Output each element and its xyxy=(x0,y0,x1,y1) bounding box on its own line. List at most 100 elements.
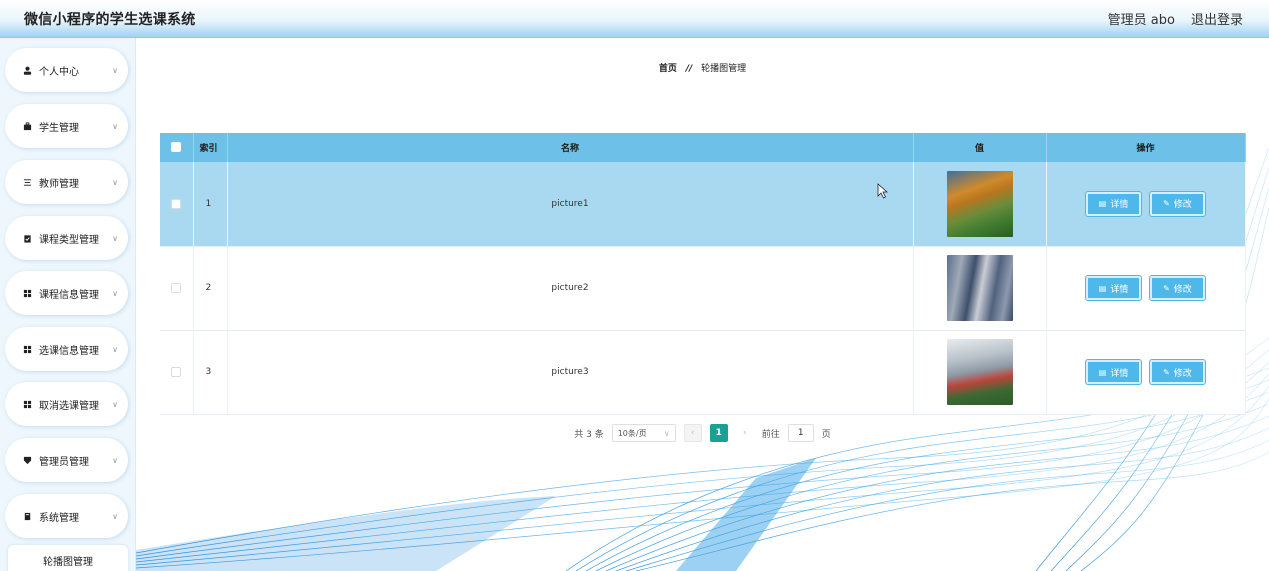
breadcrumb-home[interactable]: 首页 xyxy=(659,64,677,74)
edit-button[interactable]: ✎ 修改 xyxy=(1148,190,1206,217)
sidebar-item-label: 取消选课管理 xyxy=(39,400,99,412)
chevron-down-icon: ∨ xyxy=(112,511,118,521)
chevron-down-icon: ∨ xyxy=(663,428,670,438)
select-all-cell[interactable] xyxy=(160,133,194,162)
edit-label: 修改 xyxy=(1173,284,1192,295)
breadcrumb-separator: // xyxy=(685,64,693,74)
book-icon xyxy=(21,512,33,521)
sidebar-item-course-type-management[interactable]: 课程类型管理 ∨ xyxy=(5,216,128,260)
detail-label: 详情 xyxy=(1110,368,1129,379)
select-all-checkbox[interactable] xyxy=(171,142,182,153)
edit-button[interactable]: ✎ 修改 xyxy=(1148,275,1206,301)
user-area: 管理员 abo 退出登录 xyxy=(1108,9,1243,28)
document-icon: ▤ xyxy=(1098,199,1107,209)
logout-link[interactable]: 退出登录 xyxy=(1191,9,1243,28)
sidebar-item-label: 个人中心 xyxy=(39,66,79,78)
page-size-value: 10条/页 xyxy=(617,428,647,438)
goto-page-input[interactable]: 1 xyxy=(787,424,814,442)
row-actions: ▤ 详情 ✎ 修改 xyxy=(1046,246,1246,330)
row-index: 3 xyxy=(193,330,228,414)
goto-label: 前往 xyxy=(761,429,780,440)
sidebar-item-course-info-management[interactable]: 课程信息管理 ∨ xyxy=(5,271,128,315)
row-checkbox[interactable] xyxy=(171,198,182,209)
sidebar-item-label: 课程类型管理 xyxy=(39,234,99,246)
breadcrumb-current: 轮播图管理 xyxy=(701,64,747,74)
row-checkbox[interactable] xyxy=(171,366,182,377)
grid-icon xyxy=(21,289,33,298)
row-index: 2 xyxy=(193,246,228,330)
row-name: picture1 xyxy=(227,162,914,246)
edit-icon: ✎ xyxy=(1163,367,1170,377)
next-page-button[interactable]: › xyxy=(736,424,754,442)
top-bar: 微信小程序的学生选课系统 管理员 abo 退出登录 xyxy=(0,0,1269,38)
chevron-down-icon: ∨ xyxy=(112,399,118,409)
sidebar-item-selection-info-management[interactable]: 选课信息管理 ∨ xyxy=(5,327,128,371)
sidebar-item-personal-center[interactable]: 个人中心 ∨ xyxy=(5,48,128,92)
row-name: picture3 xyxy=(227,330,914,414)
detail-label: 详情 xyxy=(1110,284,1129,295)
pagination-total: 共 3 条 xyxy=(574,429,604,440)
document-icon: ▤ xyxy=(1098,283,1107,293)
prev-page-button[interactable]: ‹ xyxy=(683,424,702,442)
sidebar-item-admin-management[interactable]: 管理员管理 ∨ xyxy=(5,438,128,482)
sidebar-item-label: 系统管理 xyxy=(39,512,79,524)
column-header-index: 索引 xyxy=(193,133,228,162)
column-header-value: 值 xyxy=(913,133,1047,162)
row-value xyxy=(913,330,1047,414)
chevron-down-icon: ∨ xyxy=(112,288,118,298)
row-thumbnail xyxy=(946,255,1013,321)
app-title: 微信小程序的学生选课系统 xyxy=(24,11,196,28)
edit-button[interactable]: ✎ 修改 xyxy=(1148,359,1206,385)
sidebar-item-label: 课程信息管理 xyxy=(39,289,99,301)
page-size-select[interactable]: 10条/页 ∨ xyxy=(611,424,676,442)
grid-icon xyxy=(21,345,33,354)
table-row[interactable]: 2 picture2 ▤ 详情 ✎ 修改 xyxy=(160,246,1246,330)
sidebar-item-label: 管理员管理 xyxy=(39,456,89,468)
edit-icon: ✎ xyxy=(1163,283,1170,293)
table-row[interactable]: 3 picture3 ▤ 详情 ✎ 修改 xyxy=(160,330,1246,414)
chevron-down-icon: ∨ xyxy=(112,344,118,354)
chevron-down-icon: ∨ xyxy=(112,177,118,187)
document-icon: ▤ xyxy=(1098,367,1107,377)
mouse-cursor-icon xyxy=(877,183,888,199)
chevron-down-icon: ∨ xyxy=(112,121,118,131)
row-select-cell[interactable] xyxy=(160,162,194,246)
page-unit-label: 页 xyxy=(821,429,831,440)
sidebar-item-student-management[interactable]: 学生管理 ∨ xyxy=(5,104,128,148)
main-content: 首页 // 轮播图管理 索引 名称 值 操作 1 picture1 ▤ 详情 ✎… xyxy=(136,38,1269,571)
table-header-row: 索引 名称 值 操作 xyxy=(160,133,1246,162)
row-checkbox[interactable] xyxy=(171,282,182,293)
table-row[interactable]: 1 picture1 ▤ 详情 ✎ 修改 xyxy=(160,162,1246,246)
detail-label: 详情 xyxy=(1110,200,1129,211)
sidebar-subitem-carousel-management[interactable]: 轮播图管理 xyxy=(8,545,128,571)
sidebar-item-label: 学生管理 xyxy=(39,122,79,134)
sidebar-item-cancel-selection-management[interactable]: 取消选课管理 ∨ xyxy=(5,382,128,426)
briefcase-icon xyxy=(21,121,33,131)
sidebar-item-system-management[interactable]: 系统管理 ∨ xyxy=(5,494,128,538)
row-select-cell[interactable] xyxy=(160,246,194,330)
sidebar-item-teacher-management[interactable]: 教师管理 ∨ xyxy=(5,160,128,204)
chevron-right-icon: › xyxy=(742,428,747,438)
edit-label: 修改 xyxy=(1173,200,1192,211)
grid-icon xyxy=(21,400,33,409)
page-number-current[interactable]: 1 xyxy=(709,424,728,442)
detail-button[interactable]: ▤ 详情 xyxy=(1085,190,1143,217)
row-actions: ▤ 详情 ✎ 修改 xyxy=(1046,162,1246,246)
row-thumbnail xyxy=(946,170,1013,237)
shield-icon xyxy=(21,456,33,465)
sidebar-item-label: 选课信息管理 xyxy=(39,345,99,357)
list-icon xyxy=(21,178,33,187)
user-label: 管理员 abo xyxy=(1107,13,1175,28)
row-select-cell[interactable] xyxy=(160,330,194,414)
row-actions: ▤ 详情 ✎ 修改 xyxy=(1046,330,1246,414)
row-name: picture2 xyxy=(227,246,914,330)
column-header-name: 名称 xyxy=(227,133,914,162)
sidebar-item-label: 教师管理 xyxy=(39,178,79,190)
detail-button[interactable]: ▤ 详情 xyxy=(1085,359,1143,385)
breadcrumb: 首页 // 轮播图管理 xyxy=(136,61,1269,74)
detail-button[interactable]: ▤ 详情 xyxy=(1085,275,1143,301)
clipboard-icon xyxy=(21,234,33,243)
column-header-actions: 操作 xyxy=(1046,133,1246,162)
chevron-down-icon: ∨ xyxy=(112,233,118,243)
edit-icon: ✎ xyxy=(1163,199,1170,209)
